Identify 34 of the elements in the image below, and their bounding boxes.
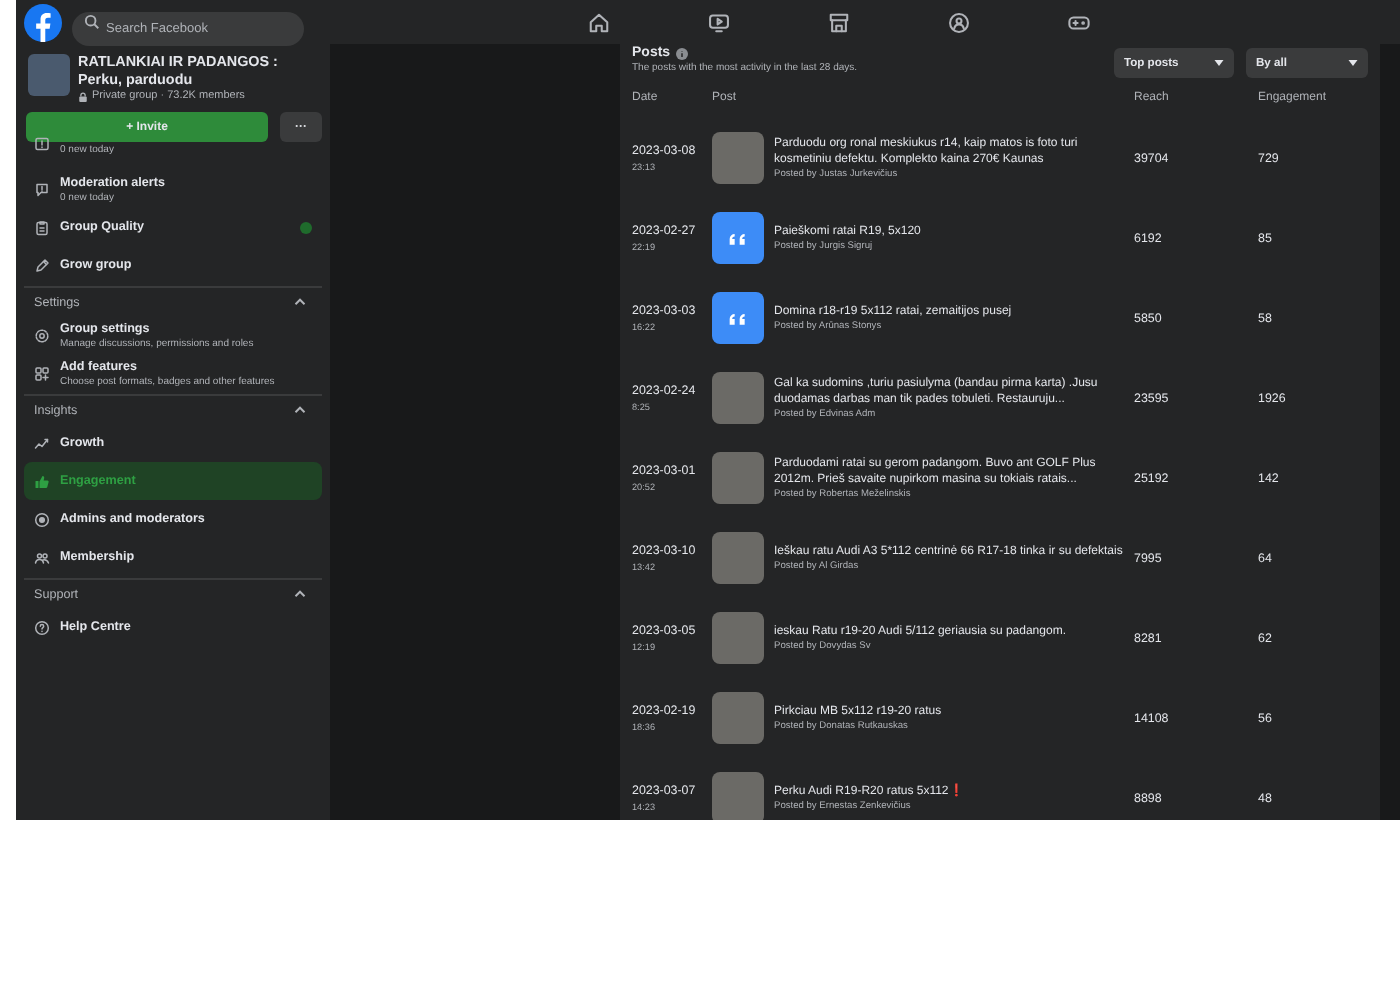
store-icon xyxy=(827,11,849,33)
photo-placeholder xyxy=(712,452,764,504)
quote-icon xyxy=(728,231,748,245)
clipboard-icon xyxy=(34,219,50,235)
home-icon xyxy=(587,11,609,33)
thumbs-up-icon xyxy=(34,473,50,489)
caret-icon xyxy=(1214,60,1224,66)
photo-placeholder xyxy=(712,692,764,744)
logo-icon[interactable] xyxy=(24,3,62,41)
help-icon xyxy=(34,619,50,635)
info-icon[interactable] xyxy=(676,47,689,59)
chevron-icon[interactable] xyxy=(294,298,306,306)
quote-icon xyxy=(728,311,748,325)
gamepad-icon xyxy=(1067,11,1089,33)
pencil-icon xyxy=(34,257,50,273)
video-icon xyxy=(707,11,729,33)
speech-alert-icon xyxy=(34,181,50,197)
group-icon xyxy=(34,549,50,565)
photo-placeholder xyxy=(712,532,764,584)
badge-icon xyxy=(34,511,50,527)
photo-placeholder xyxy=(712,772,764,820)
people-icon xyxy=(947,11,969,33)
lock-icon xyxy=(78,91,88,101)
report-icon xyxy=(34,136,50,152)
photo-placeholder xyxy=(712,132,764,184)
trend-line-icon xyxy=(34,435,50,451)
photo-placeholder xyxy=(712,612,764,664)
settings-icon xyxy=(34,327,50,343)
grid-icon xyxy=(34,365,50,381)
chevron-icon[interactable] xyxy=(294,406,306,414)
chevron-icon[interactable] xyxy=(294,590,306,598)
group-photo-placeholder xyxy=(28,54,70,96)
caret-icon xyxy=(1348,60,1358,66)
photo-placeholder xyxy=(712,372,764,424)
